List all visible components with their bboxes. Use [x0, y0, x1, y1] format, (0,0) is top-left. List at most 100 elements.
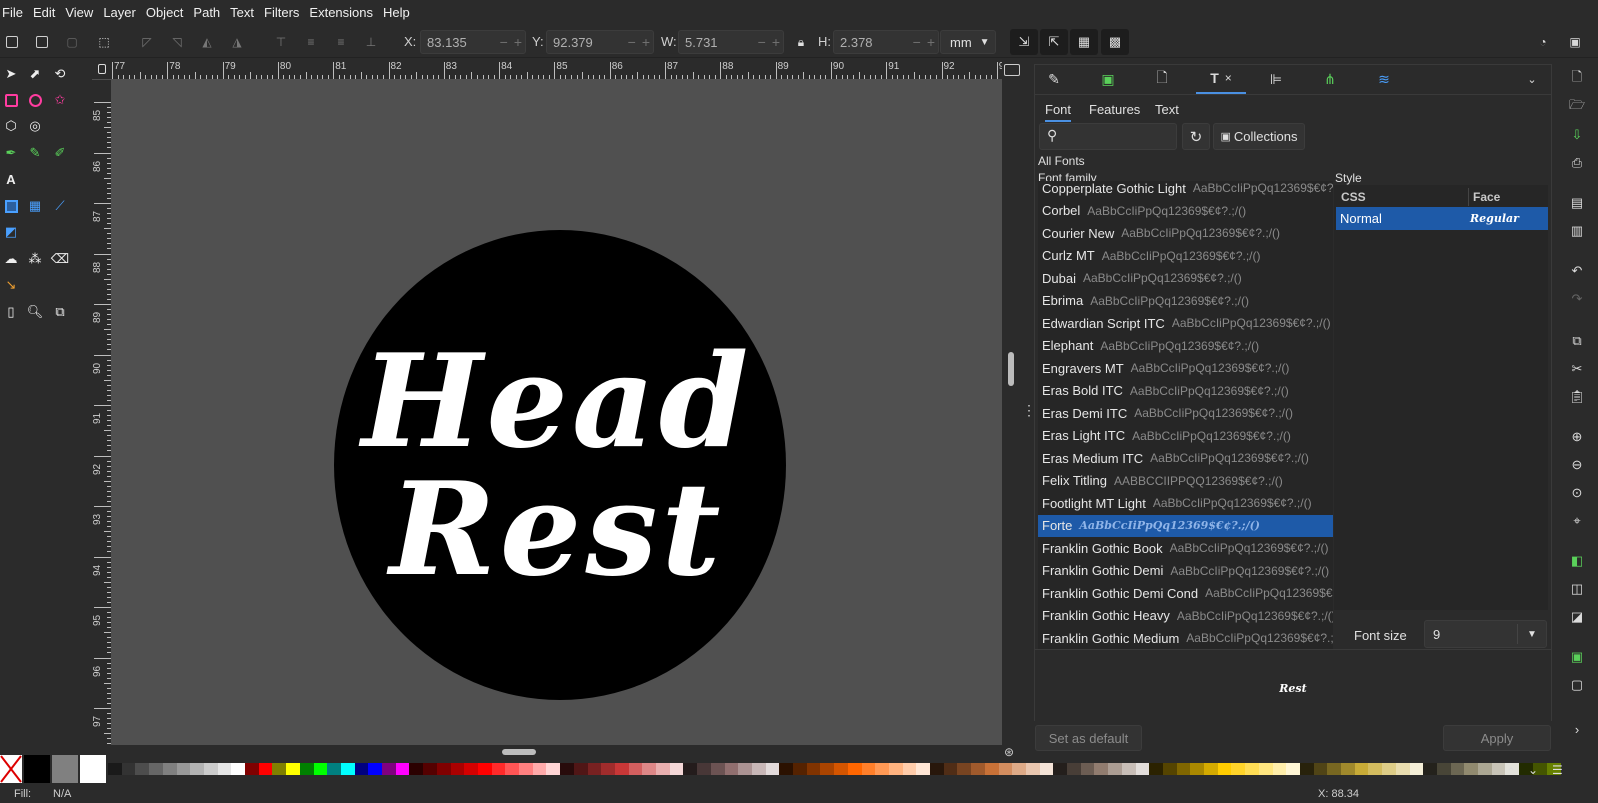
color-swatch[interactable]	[491, 763, 506, 775]
color-swatch[interactable]	[861, 763, 876, 775]
palette-scroll-up-icon[interactable]: ⌃	[1506, 765, 1516, 779]
document-properties-tab-icon[interactable]: 🗋︎	[1142, 64, 1182, 94]
color-swatch[interactable]	[217, 763, 232, 775]
color-swatch[interactable]	[1341, 763, 1355, 775]
color-swatch[interactable]	[1382, 763, 1397, 775]
color-swatch[interactable]	[546, 763, 561, 775]
color-swatch[interactable]	[1286, 763, 1301, 775]
color-swatch[interactable]	[1313, 763, 1328, 775]
color-swatch[interactable]	[971, 763, 986, 775]
connector-tool-icon[interactable]: ↘	[0, 274, 22, 296]
font-list-item[interactable]: Eras Bold ITC AaBbCcIiPpQq12369$€¢?.;/()	[1038, 380, 1333, 403]
paint-bucket-tool-icon[interactable]: ◩	[0, 221, 22, 243]
font-list-item[interactable]: Footlight MT Light AaBbCcIiPpQq12369$€¢?.…	[1038, 492, 1333, 515]
color-swatch[interactable]	[52, 755, 78, 783]
font-list-item[interactable]: Elephant AaBbCcIiPpQq12369$€¢?.;/()	[1038, 335, 1333, 358]
h-input[interactable]: 2.378 − +	[833, 30, 939, 54]
color-swatch[interactable]	[1491, 763, 1506, 775]
face-column-header[interactable]: Face	[1473, 190, 1500, 204]
font-search-input[interactable]: ⚲	[1039, 123, 1177, 150]
deselect-icon[interactable]: ▢	[63, 33, 81, 51]
color-swatch[interactable]	[1478, 763, 1492, 775]
selector-tool-icon[interactable]: ➤	[0, 63, 22, 85]
font-list-item[interactable]: Eras Demi ITC AaBbCcIiPpQq12369$€¢?.;/()	[1038, 402, 1333, 425]
dropper-tool-icon[interactable]: ⟋	[49, 195, 71, 217]
color-swatch[interactable]	[669, 763, 684, 775]
zoom-center-icon[interactable]: ⌖	[1568, 512, 1586, 530]
color-swatch[interactable]	[368, 763, 383, 775]
color-swatch[interactable]	[231, 763, 246, 775]
color-swatch[interactable]	[395, 763, 410, 775]
color-swatch[interactable]	[272, 763, 287, 775]
subtab-font[interactable]: Font	[1045, 102, 1072, 122]
color-swatch[interactable]	[751, 763, 766, 775]
duplicate-icon[interactable]: ◧	[1568, 552, 1586, 570]
xml-editor-tab-icon[interactable]: ⋔	[1310, 64, 1350, 94]
font-list-item[interactable]: Franklin Gothic Demi Cond AaBbCcIiPpQq123…	[1038, 582, 1333, 605]
color-swatch[interactable]	[697, 763, 712, 775]
redo-icon[interactable]: ↷	[1568, 290, 1586, 308]
color-swatch[interactable]	[1204, 763, 1218, 775]
lock-icon[interactable]: 🔒︎	[792, 33, 810, 51]
color-swatch[interactable]	[532, 763, 547, 775]
font-list-item[interactable]: Copperplate Gothic Light AaBbCcIiPpQq1236…	[1038, 181, 1333, 200]
font-list-item[interactable]: Felix Titling AABBCCIIPPQQ12369$€¢?.;/()	[1038, 470, 1333, 493]
color-swatch[interactable]	[930, 763, 944, 775]
color-swatch[interactable]	[1094, 763, 1109, 775]
print-icon[interactable]: ⎙	[1568, 154, 1586, 172]
color-swatch[interactable]	[1272, 763, 1287, 775]
menu-extensions[interactable]: Extensions	[307, 0, 381, 26]
chevron-down-icon[interactable]: ▼	[1518, 629, 1546, 640]
color-swatch[interactable]	[464, 763, 479, 775]
color-swatch[interactable]	[327, 763, 342, 775]
color-management-icon[interactable]: ⊛	[1004, 745, 1014, 759]
color-swatch[interactable]	[108, 763, 122, 775]
undo-icon[interactable]: ↶	[1568, 262, 1586, 280]
ungroup-icon[interactable]: ▢	[1568, 676, 1586, 694]
gradient-tool-icon[interactable]	[0, 195, 22, 217]
color-swatch[interactable]	[505, 763, 520, 775]
h-increment[interactable]: +	[924, 34, 938, 50]
menu-help[interactable]: Help	[381, 0, 418, 26]
snap-options-icon[interactable]: ▣	[1566, 33, 1584, 51]
eraser-tool-icon[interactable]: ⌫	[49, 248, 71, 270]
font-list-item[interactable]: Franklin Gothic Book AaBbCcIiPpQq12369$€¢…	[1038, 537, 1333, 560]
color-swatch[interactable]	[628, 763, 643, 775]
x-input[interactable]: 83.135 − +	[420, 30, 526, 54]
font-family-list[interactable]: Copperplate Gothic Light AaBbCcIiPpQq1236…	[1038, 181, 1333, 649]
raise-to-top-icon[interactable]: ⊤	[272, 33, 290, 51]
color-swatch[interactable]	[313, 763, 328, 775]
refresh-button[interactable]: ↻	[1182, 123, 1210, 150]
rectangle-tool-icon[interactable]	[0, 89, 22, 111]
vertical-scrollbar[interactable]	[1008, 352, 1014, 386]
font-list-item[interactable]: Eras Light ITC AaBbCcIiPpQq12369$€¢?.;/()	[1038, 425, 1333, 448]
color-swatch[interactable]	[519, 763, 533, 775]
ellipse-tool-icon[interactable]	[24, 89, 46, 111]
color-swatch[interactable]	[587, 763, 602, 775]
color-swatch[interactable]	[1067, 763, 1081, 775]
color-swatch[interactable]	[1080, 763, 1095, 775]
layers-tab-icon[interactable]: ≋	[1364, 64, 1404, 94]
zoom-selection-icon[interactable]: ⊕	[1568, 428, 1586, 446]
color-swatch[interactable]	[1190, 763, 1205, 775]
text-font-tab[interactable]: T ×	[1196, 64, 1246, 94]
select-all-icon[interactable]	[3, 33, 21, 51]
flip-vertical-icon[interactable]: ◮	[228, 33, 246, 51]
spray-tool-icon[interactable]: ⁂	[24, 248, 46, 270]
color-swatch[interactable]	[162, 763, 177, 775]
color-swatch[interactable]	[1149, 763, 1164, 775]
color-swatch[interactable]	[656, 763, 670, 775]
horizontal-scrollbar[interactable]	[502, 749, 536, 755]
color-swatch[interactable]	[1231, 763, 1246, 775]
font-list-item[interactable]: Corbel AaBbCcIiPpQq12369$€¢?.;/()	[1038, 200, 1333, 223]
dock-menu-chevron-icon[interactable]: ⌄	[1512, 64, 1552, 94]
color-swatch[interactable]	[1258, 763, 1273, 775]
x-decrement[interactable]: −	[497, 34, 511, 50]
color-swatch[interactable]	[560, 763, 575, 775]
font-list-item[interactable]: Curlz MT AaBbCcIiPpQq12369$€¢?.;/()	[1038, 245, 1333, 268]
w-input[interactable]: 5.731 − +	[678, 30, 784, 54]
color-swatch[interactable]	[1327, 763, 1342, 775]
color-swatch[interactable]	[1012, 763, 1027, 775]
color-swatch[interactable]	[806, 763, 821, 775]
color-swatch[interactable]	[409, 763, 424, 775]
